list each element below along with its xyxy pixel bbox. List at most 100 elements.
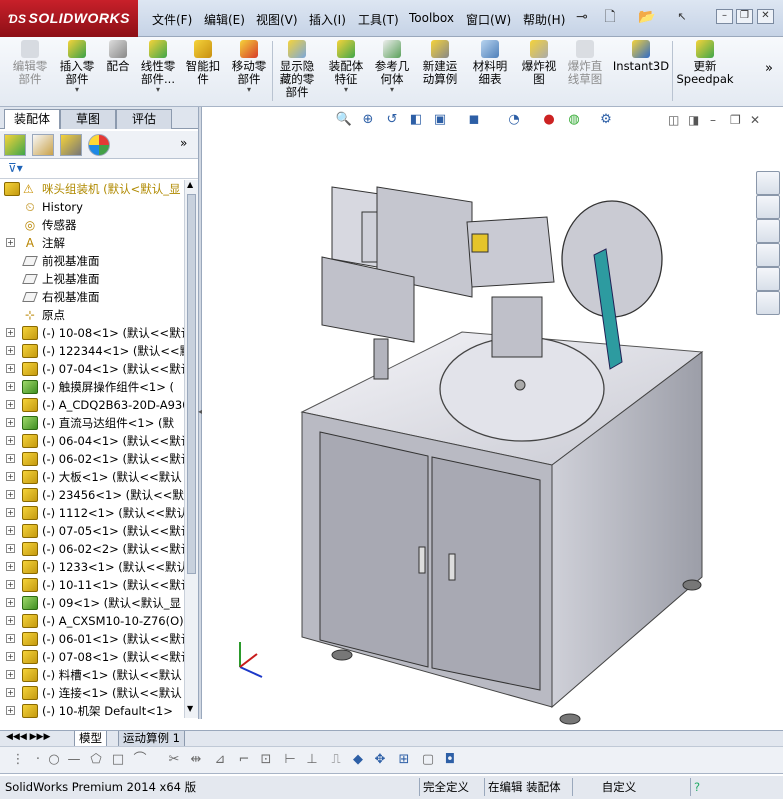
- expand-icon[interactable]: +: [6, 562, 15, 571]
- tree-item[interactable]: 前视基准面: [0, 252, 184, 270]
- shaded-cube-icon[interactable]: ◘: [442, 752, 458, 768]
- status-units[interactable]: 自定义: [572, 778, 662, 796]
- tree-item[interactable]: + (-) 10-11<1> (默认<<默认: [0, 576, 184, 594]
- expand-icon[interactable]: +: [6, 580, 15, 589]
- expand-icon[interactable]: +: [6, 472, 15, 481]
- assembly-features-button[interactable]: 装配体 特征 ▾: [324, 40, 368, 94]
- linear-pattern-button[interactable]: 线性零 部件... ▾: [135, 40, 181, 94]
- expand-icon[interactable]: +: [6, 508, 15, 517]
- expand-icon[interactable]: +: [6, 544, 15, 553]
- menu-toolbox[interactable]: Toolbox: [409, 11, 454, 25]
- tree-root[interactable]: ⚠ 咪头组装机 (默认<默认_显: [0, 180, 184, 198]
- menu-window[interactable]: 窗口(W): [466, 11, 511, 28]
- tree-item[interactable]: + (-) 1233<1> (默认<<默认: [0, 558, 184, 576]
- new-document-icon[interactable]: 🗋: [600, 7, 620, 27]
- expand-icon[interactable]: +: [6, 328, 15, 337]
- filter-icon[interactable]: ⊽▾: [8, 161, 23, 175]
- tree-item[interactable]: + (-) 07-04<1> (默认<<默认: [0, 360, 184, 378]
- panel-expand-icon[interactable]: »: [180, 136, 187, 150]
- section-view-icon[interactable]: ◧: [407, 111, 425, 129]
- tree-item[interactable]: + (-) 1112<1> (默认<<默认: [0, 504, 184, 522]
- tab-sketch[interactable]: 草图: [60, 109, 116, 129]
- tree-item[interactable]: + (-) A_CDQ2B63-20D-A930<: [0, 396, 184, 414]
- sketch-icon[interactable]: ⎍: [328, 752, 344, 768]
- expand-icon[interactable]: +: [6, 670, 15, 679]
- view-palette-icon[interactable]: [756, 243, 780, 267]
- new-motion-study-button[interactable]: 新建运 动算例: [418, 40, 462, 86]
- tree-item[interactable]: + (-) 06-02<1> (默认<<默认: [0, 450, 184, 468]
- tree-item[interactable]: ⏲ History: [0, 198, 184, 216]
- menu-tools[interactable]: 工具(T): [358, 11, 399, 28]
- tab-scroll-icons[interactable]: ◀◀◀ ▶▶▶: [6, 732, 50, 742]
- doc-restore-icon[interactable]: ❐: [730, 113, 741, 127]
- tab-model[interactable]: 模型: [74, 731, 107, 747]
- expand-icon[interactable]: +: [6, 688, 15, 697]
- move-entities-icon[interactable]: ✥: [372, 752, 388, 768]
- tree-item[interactable]: + (-) 122344<1> (默认<<默: [0, 342, 184, 360]
- tree-item[interactable]: + (-) 连接<1> (默认<<默认: [0, 684, 184, 702]
- polygon-icon[interactable]: ⬠: [88, 752, 104, 768]
- tree-item[interactable]: 上视基准面: [0, 270, 184, 288]
- tree-item[interactable]: + (-) 10-08<1> (默认<<默认: [0, 324, 184, 342]
- exploded-view-button[interactable]: 爆炸视 图: [517, 40, 561, 86]
- rectangle-icon[interactable]: □: [110, 752, 126, 768]
- dropdown-arrow-icon[interactable]: ▾: [324, 86, 368, 94]
- pin-icon[interactable]: ⊸: [572, 7, 592, 27]
- arc-icon[interactable]: ⌒: [132, 752, 148, 768]
- relation-icon[interactable]: ⊥: [304, 752, 320, 768]
- tree-item[interactable]: + (-) 大板<1> (默认<<默认: [0, 468, 184, 486]
- tree-item[interactable]: + (-) 07-08<1> (默认<<默认: [0, 648, 184, 666]
- file-explorer-icon[interactable]: [756, 219, 780, 243]
- expand-icon[interactable]: +: [6, 454, 15, 463]
- show-hidden-components-button[interactable]: 显示隐 藏的零 部件: [275, 40, 319, 99]
- tree-item[interactable]: + (-) 06-01<1> (默认<<默认: [0, 630, 184, 648]
- minimize-icon[interactable]: –: [716, 9, 733, 24]
- expand-icon[interactable]: +: [6, 598, 15, 607]
- tree-item[interactable]: + (-) 09<1> (默认<默认_显: [0, 594, 184, 612]
- menu-view[interactable]: 视图(V): [256, 11, 298, 28]
- reference-geometry-button[interactable]: 参考几 何体 ▾: [370, 40, 414, 94]
- menu-help[interactable]: 帮助(H): [523, 11, 565, 28]
- expand-icon[interactable]: +: [6, 382, 15, 391]
- bom-button[interactable]: 材料明 细表: [468, 40, 512, 86]
- tree-item[interactable]: ⊹ 原点: [0, 306, 184, 324]
- doc-minimize-icon[interactable]: –: [710, 113, 716, 127]
- previous-view-icon[interactable]: ↺: [383, 111, 401, 129]
- toolbar-more-icon[interactable]: »: [765, 61, 773, 76]
- 3d-sketch-icon[interactable]: ⊞: [396, 752, 412, 768]
- dropdown-arrow-icon[interactable]: ▾: [55, 86, 99, 94]
- menu-file[interactable]: 文件(F): [152, 11, 192, 28]
- smart-dimension-icon[interactable]: ◆: [350, 752, 366, 768]
- convert-icon[interactable]: ⊡: [258, 752, 274, 768]
- model-viewport[interactable]: [202, 107, 758, 730]
- offset-icon[interactable]: ⊿: [212, 752, 228, 768]
- dropdown-arrow-icon[interactable]: ▾: [227, 86, 271, 94]
- dropdown-arrow-icon[interactable]: ▾: [370, 86, 414, 94]
- dimension-icon[interactable]: ⊢: [282, 752, 298, 768]
- tree-item[interactable]: + (-) 触摸屏操作组件<1> (: [0, 378, 184, 396]
- solidworks-logo[interactable]: ƊS SOLIDWORKS: [0, 0, 138, 37]
- expand-icon[interactable]: +: [6, 490, 15, 499]
- expand-icon[interactable]: +: [6, 400, 15, 409]
- resources-icon[interactable]: [756, 195, 780, 219]
- zoom-area-icon[interactable]: ⊕: [359, 111, 377, 129]
- menu-edit[interactable]: 编辑(E): [204, 11, 245, 28]
- trim-icon[interactable]: ✂: [166, 752, 182, 768]
- tree-item[interactable]: 右视基准面: [0, 288, 184, 306]
- tree-item[interactable]: + (-) 10-机架 Default<1>: [0, 702, 184, 718]
- expand-icon[interactable]: +: [6, 418, 15, 427]
- view-settings-icon[interactable]: ⚙: [597, 111, 615, 129]
- appearance-icon[interactable]: ●: [540, 111, 558, 129]
- view-orientation-icon[interactable]: ▣: [431, 111, 449, 129]
- tree-item[interactable]: + (-) 料槽<1> (默认<<默认: [0, 666, 184, 684]
- panel-toggle-icon[interactable]: ◫: [668, 113, 679, 127]
- display-style-icon[interactable]: ◼: [465, 111, 483, 129]
- feature-manager-icon[interactable]: [4, 134, 26, 156]
- expand-icon[interactable]: +: [6, 652, 15, 661]
- zoom-to-fit-icon[interactable]: 🔍: [335, 111, 353, 129]
- expand-icon[interactable]: +: [6, 346, 15, 355]
- explode-line-sketch-button[interactable]: 爆炸直 线草图: [563, 40, 607, 86]
- point-icon[interactable]: ·: [30, 752, 46, 768]
- tree-item[interactable]: + (-) A_CXSM10-10-Z76(O)<: [0, 612, 184, 630]
- appearance-manager-icon[interactable]: [88, 134, 110, 156]
